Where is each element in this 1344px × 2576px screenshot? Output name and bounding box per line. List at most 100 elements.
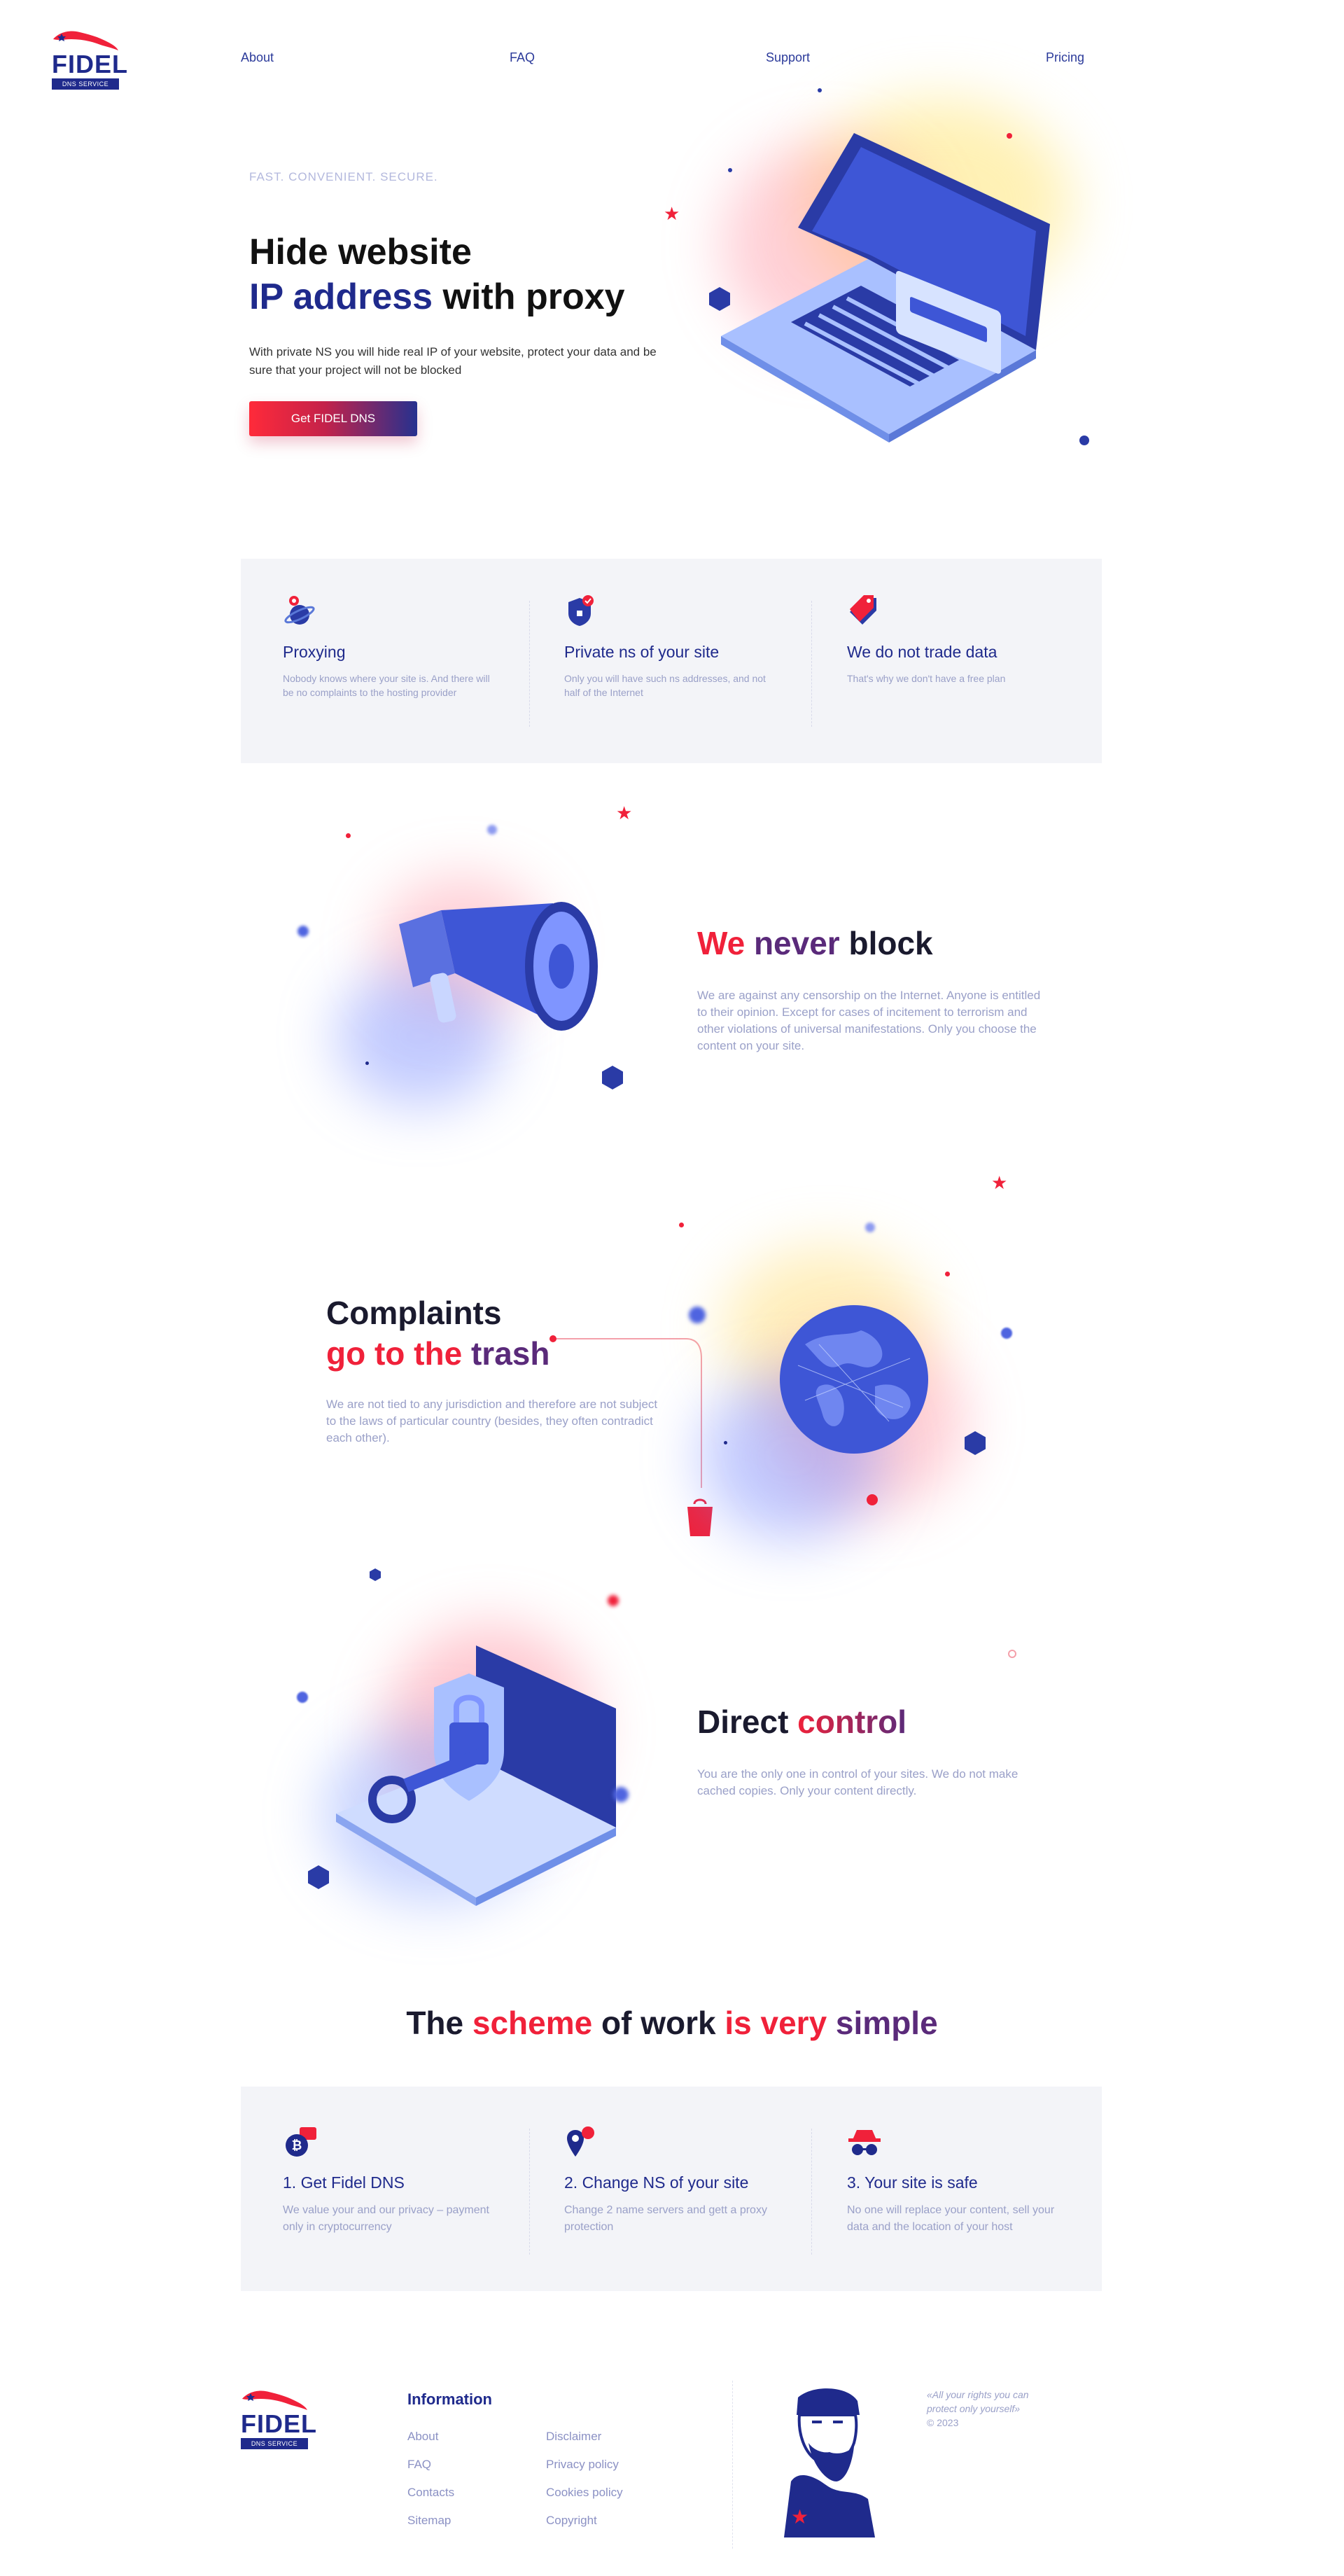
feature-no-trade: We do not trade data That's why we don't…: [847, 594, 1127, 685]
nav-faq[interactable]: FAQ: [510, 50, 535, 65]
megaphone-icon: [399, 902, 598, 1031]
direct-control-desc: You are the only one in control of your …: [697, 1767, 1018, 1797]
scheme-word-plum: simple: [827, 2005, 938, 2041]
globe-icon: [780, 1305, 928, 1454]
svg-text:₿: ₿: [292, 2138, 302, 2152]
title-word-plum: never: [745, 925, 840, 961]
dot-decor: [608, 1595, 619, 1606]
divider: [529, 2129, 530, 2255]
dot-decor: [1079, 436, 1089, 445]
title-line2-plum: trash: [462, 1335, 550, 1372]
footer-link-copyright[interactable]: Copyright: [546, 2514, 597, 2528]
cuba-map-logo-icon: [53, 31, 118, 50]
feature-desc: That's why we don't have a free plan: [847, 673, 1006, 684]
nav-support[interactable]: Support: [766, 50, 810, 65]
never-block-desc: We are against any censorship on the Int…: [697, 989, 1041, 1052]
never-block-title: We never block: [697, 923, 933, 963]
ring-decor: [1008, 1650, 1016, 1658]
footer-link-cookies[interactable]: Cookies policy: [546, 2486, 623, 2500]
step-desc: Change 2 name servers and gett a proxy p…: [564, 2204, 767, 2233]
feature-private-ns: Private ns of your site Only you will ha…: [564, 594, 844, 699]
nav-about[interactable]: About: [241, 50, 274, 65]
svg-text:★: ★: [791, 2506, 808, 2528]
nav-pricing[interactable]: Pricing: [1046, 50, 1084, 65]
header: FIDEL DNS SERVICE About FAQ Support Pric…: [0, 0, 1344, 98]
hexagon-decor: [965, 1431, 986, 1455]
hexagon-decor: [370, 1568, 381, 1581]
features-panel: Proxying Nobody knows where your site is…: [241, 559, 1102, 763]
step-desc: We value your and our privacy – payment …: [283, 2204, 489, 2233]
footer-logo[interactable]: FIDEL DNS SERVICE: [241, 2386, 317, 2449]
footer-link-about[interactable]: About: [407, 2430, 438, 2444]
get-fidel-dns-button[interactable]: Get FIDEL DNS: [249, 401, 417, 436]
footer-link-privacy[interactable]: Privacy policy: [546, 2458, 619, 2472]
direct-control-title: Direct control: [697, 1701, 906, 1742]
dot-decor: [818, 88, 822, 92]
footer-quote: «All your rights you can protect only yo…: [927, 2388, 1029, 2430]
step-get-fidel: ₿ 1. Get Fidel DNS We value your and our…: [283, 2124, 563, 2236]
title-line2-red: go to the: [326, 1335, 463, 1372]
copyright-text: © 2023: [927, 2417, 959, 2428]
step-title: 1. Get Fidel DNS: [283, 2173, 405, 2192]
map-pin-icon: [564, 2124, 599, 2159]
footer-heading: Information: [407, 2390, 492, 2408]
quote-line2: protect only yourself»: [927, 2403, 1021, 2414]
dot-decor: [298, 926, 309, 937]
red-star-icon: ★: [991, 1172, 1008, 1193]
title-word-gradient: control: [797, 1704, 907, 1740]
hero-title: Hide website IP address with proxy: [249, 230, 625, 319]
red-star-icon: ★: [616, 802, 633, 823]
dot-decor: [945, 1272, 950, 1276]
step-desc: No one will replace your content, sell y…: [847, 2204, 1055, 2233]
title-line1: Complaints: [326, 1295, 502, 1331]
steps-panel: ₿ 1. Get Fidel DNS We value your and our…: [241, 2087, 1102, 2291]
feature-title: We do not trade data: [847, 643, 997, 661]
price-tag-icon: [847, 594, 882, 629]
quote-line1: «All your rights you can: [927, 2389, 1029, 2400]
divider: [811, 601, 812, 727]
scheme-word-red: scheme: [472, 2005, 593, 2041]
fidel-portrait-icon: ★: [784, 2388, 875, 2537]
logo-wordmark: FIDEL: [52, 50, 128, 78]
dot-decor: [613, 1787, 629, 1802]
footer-link-contacts[interactable]: Contacts: [407, 2486, 454, 2500]
dot-decor: [689, 1307, 706, 1323]
shield-lock-icon: [564, 594, 599, 629]
laptop-key-lock-icon: [336, 1645, 616, 1906]
step-change-ns: 2. Change NS of your site Change 2 name …: [564, 2124, 844, 2236]
footer-link-sitemap[interactable]: Sitemap: [407, 2514, 451, 2528]
hero-title-line1: Hide website: [249, 232, 472, 272]
scheme-title: The scheme of work is very simple: [0, 2003, 1344, 2043]
dot-decor: [679, 1223, 684, 1227]
laptop-icon: [721, 133, 1050, 443]
step-title: 3. Your site is safe: [847, 2173, 978, 2192]
hero-title-rest: with proxy: [433, 277, 625, 317]
dot-decor: [346, 833, 351, 838]
dot-decor: [865, 1223, 875, 1232]
scheme-word-red: is very: [724, 2005, 827, 2041]
trash-bucket-icon: [687, 1498, 713, 1536]
scheme-word: The: [406, 2005, 472, 2041]
step-title: 2. Change NS of your site: [564, 2173, 749, 2192]
spy-hat-glasses-icon: [847, 2124, 882, 2159]
logo-tagline: DNS SERVICE: [52, 78, 119, 90]
hero-title-highlight: IP address: [249, 277, 433, 317]
feature-desc: Only you will have such ns addresses, an…: [564, 673, 766, 698]
logo-wordmark: FIDEL: [241, 2409, 317, 2438]
planet-pin-icon: [283, 594, 318, 629]
dot-decor: [297, 1692, 308, 1703]
dot-decor: [365, 1061, 369, 1065]
footer-link-disclaimer[interactable]: Disclaimer: [546, 2430, 601, 2444]
logo[interactable]: FIDEL DNS SERVICE: [52, 27, 128, 90]
divider: [732, 2381, 733, 2549]
feature-proxying: Proxying Nobody knows where your site is…: [283, 594, 563, 699]
scheme-word: of work: [592, 2005, 725, 2041]
title-word-red: We: [697, 925, 746, 961]
hexagon-decor: [308, 1865, 329, 1889]
dot-decor: [1001, 1328, 1012, 1339]
footer-link-faq[interactable]: FAQ: [407, 2458, 431, 2472]
cuba-map-logo-icon: [242, 2390, 307, 2410]
red-star-icon: ★: [664, 203, 680, 224]
divider: [529, 601, 530, 727]
dot-decor: [728, 168, 732, 172]
